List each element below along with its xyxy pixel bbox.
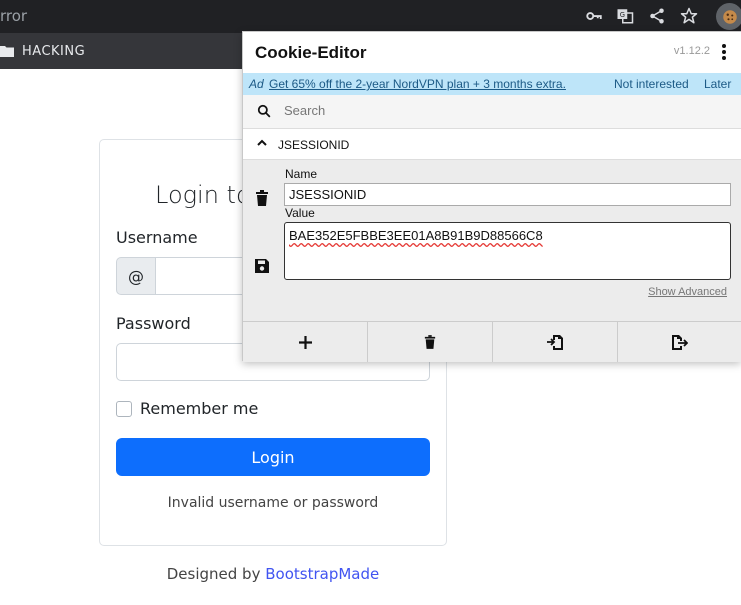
bookmark-folder-hacking[interactable]: HACKING — [0, 33, 85, 69]
star-icon[interactable] — [679, 6, 699, 26]
delete-all-button[interactable] — [368, 322, 493, 362]
cookie-details: Name JSESSIONID Value BAE352E5FBBE3EE01A… — [243, 160, 741, 321]
export-button[interactable] — [618, 322, 741, 362]
footer-text: Designed by — [166, 565, 266, 583]
folder-icon — [0, 46, 14, 57]
login-title: Login to — [155, 181, 251, 209]
cookie-name-input[interactable]: JSESSIONID — [284, 183, 731, 206]
share-icon[interactable] — [647, 6, 667, 26]
cookie-editor-popup: Cookie-Editor v1.12.2 Ad Get 65% off the… — [242, 31, 741, 362]
page-footer: Designed by BootstrapMade — [0, 565, 546, 583]
error-message: Invalid username or password — [167, 495, 379, 511]
value-label: Value — [285, 206, 315, 220]
bootstrapmade-link[interactable]: BootstrapMade — [265, 565, 379, 583]
ad-link[interactable]: Get 65% off the 2-year NordVPN plan + 3 … — [269, 77, 566, 91]
show-advanced-link[interactable]: Show Advanced — [648, 286, 727, 298]
remember-label: Remember me — [140, 399, 259, 418]
remember-me[interactable]: Remember me — [116, 399, 258, 418]
ad-banner: Ad Get 65% off the 2-year NordVPN plan +… — [243, 73, 741, 95]
save-cookie-icon[interactable] — [255, 259, 269, 273]
version-label: v1.12.2 — [673, 45, 710, 57]
search-input[interactable]: Search — [284, 103, 325, 118]
popup-title: Cookie-Editor — [255, 43, 367, 62]
cookie-item-header[interactable]: JSESSIONID — [243, 129, 741, 160]
username-label: Username — [116, 228, 198, 247]
key-icon[interactable] — [584, 6, 604, 26]
address-bar-text[interactable]: rror — [0, 7, 27, 25]
remember-checkbox[interactable] — [116, 400, 132, 417]
browser-toolbar: rror G — [0, 0, 741, 33]
password-label: Password — [116, 314, 191, 333]
search-bar: Search — [243, 95, 741, 129]
popup-header: Cookie-Editor v1.12.2 — [243, 32, 741, 73]
ad-not-interested[interactable]: Not interested — [614, 77, 689, 91]
ad-tag: Ad — [249, 77, 264, 91]
cookie-name-header: JSESSIONID — [278, 138, 350, 152]
cookie-value-text: BAE352E5FBBE3EE01A8B91B9D88566C8 — [289, 228, 543, 243]
add-icon — [298, 335, 312, 349]
more-menu-icon[interactable] — [722, 44, 726, 60]
search-icon — [257, 104, 271, 118]
svg-text:G: G — [620, 11, 625, 19]
screen: rror G HACKING Login to Username @ Passw… — [0, 0, 741, 605]
ad-later[interactable]: Later — [704, 77, 731, 91]
export-icon — [672, 334, 688, 350]
cookie-extension-icon[interactable] — [716, 3, 741, 30]
add-cookie-button[interactable] — [243, 322, 368, 362]
login-button[interactable]: Login — [116, 438, 430, 476]
popup-footer-toolbar — [243, 321, 741, 362]
delete-cookie-icon[interactable] — [255, 190, 269, 206]
import-button[interactable] — [493, 322, 618, 362]
cookie-value-input[interactable]: BAE352E5FBBE3EE01A8B91B9D88566C8 — [284, 222, 731, 280]
translate-icon[interactable]: G — [615, 6, 635, 26]
name-label: Name — [285, 167, 318, 181]
import-icon — [547, 334, 563, 350]
delete-all-icon — [424, 335, 436, 349]
bookmark-label: HACKING — [22, 43, 86, 59]
at-prefix: @ — [116, 257, 156, 295]
chevron-up-icon — [257, 139, 267, 146]
